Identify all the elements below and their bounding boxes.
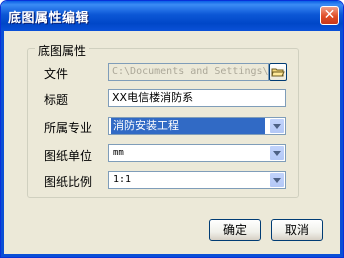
title-bar[interactable]: 底图属性编辑 ✕	[1, 1, 343, 31]
close-icon: ✕	[323, 7, 336, 23]
title-label: 标题	[44, 93, 69, 107]
specialty-label: 所属专业	[44, 121, 93, 135]
title-input[interactable]: XX电信楼消防系	[108, 89, 286, 107]
unit-select[interactable]: mm	[108, 144, 286, 162]
window-frame-bottom	[1, 254, 343, 257]
chevron-down-icon[interactable]	[270, 173, 284, 187]
unit-label: 图纸单位	[44, 149, 93, 163]
browse-file-button[interactable]	[269, 63, 287, 81]
specialty-value: 消防安装工程	[111, 118, 265, 134]
scale-value: 1:1	[113, 174, 132, 185]
dialog-title: 底图属性编辑	[8, 11, 90, 26]
group-title: 底图属性	[35, 42, 90, 59]
scale-label: 图纸比例	[44, 175, 93, 189]
open-folder-icon	[271, 68, 285, 77]
dialog-window: 底图属性编辑 ✕ 底图属性 文件 C:\Documents and Settin…	[0, 0, 344, 258]
ok-button[interactable]: 确定	[209, 219, 261, 241]
close-button[interactable]: ✕	[320, 6, 339, 25]
window-frame-right	[340, 31, 343, 257]
cancel-button[interactable]: 取消	[271, 219, 323, 241]
file-path-field: C:\Documents and Settings\Adm	[108, 63, 269, 81]
chevron-down-icon[interactable]	[270, 119, 284, 133]
window-frame-left	[1, 31, 4, 257]
unit-value: mm	[113, 148, 124, 158]
scale-select[interactable]: 1:1	[108, 171, 286, 189]
chevron-down-icon[interactable]	[270, 146, 284, 160]
specialty-select[interactable]: 消防安装工程	[108, 117, 286, 135]
file-label: 文件	[44, 67, 69, 81]
